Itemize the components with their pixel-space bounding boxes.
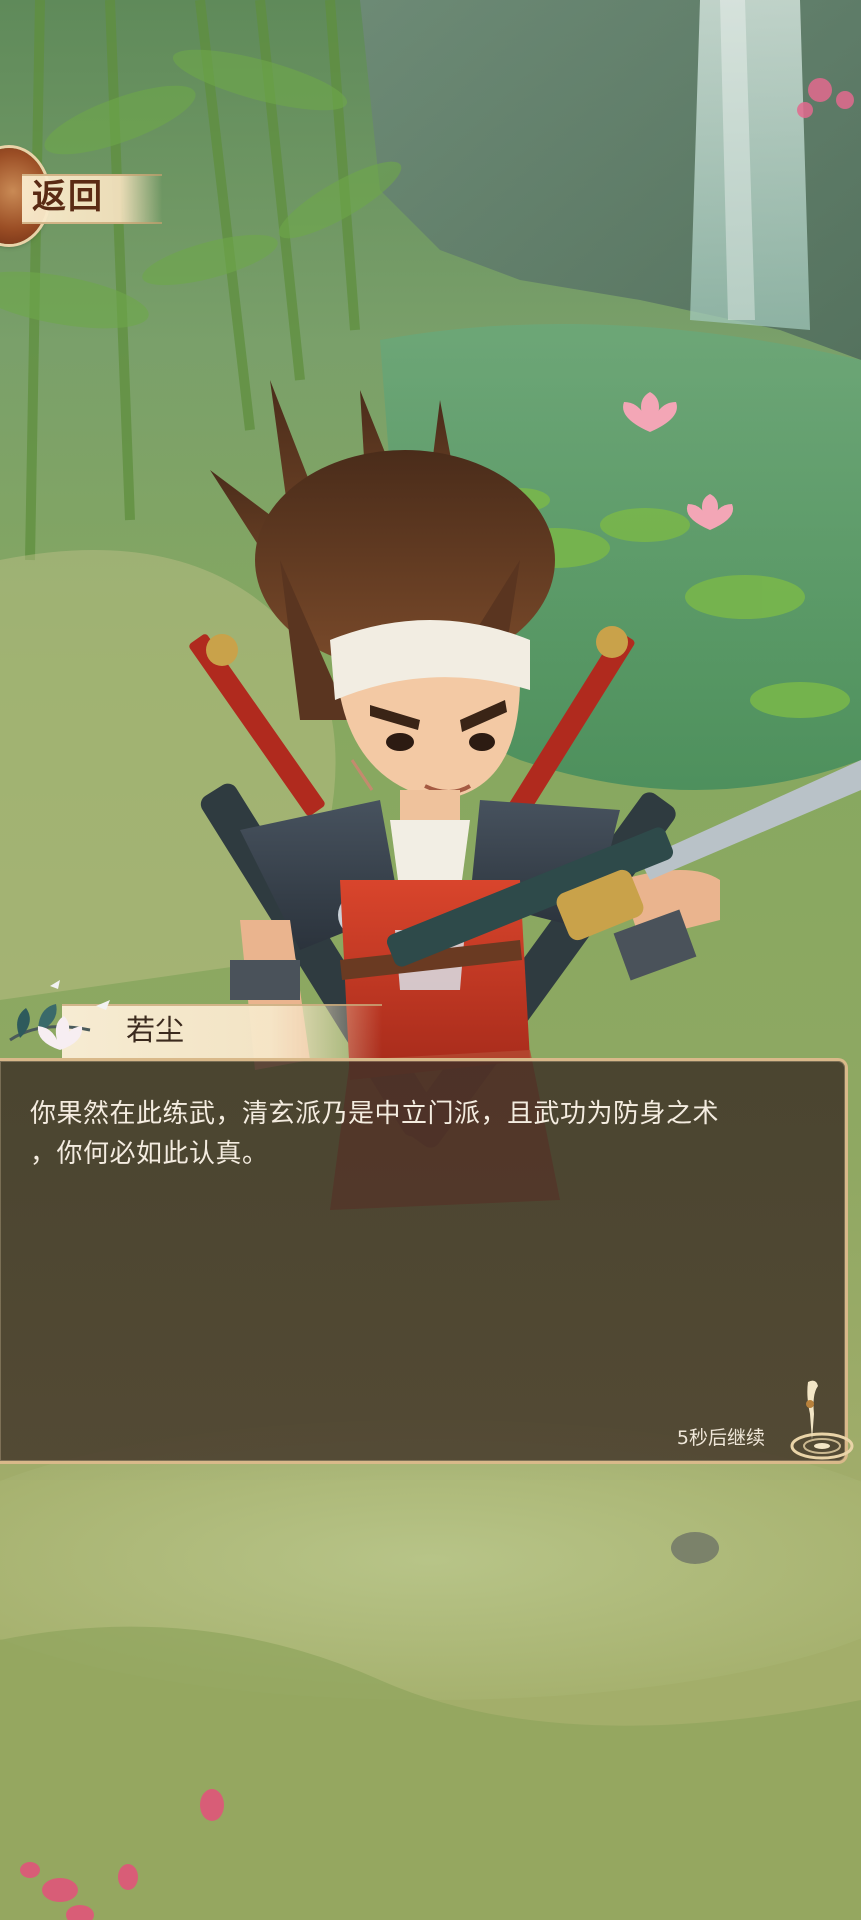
scene-art <box>0 0 861 1920</box>
background-scene <box>0 0 861 1920</box>
auto-continue-countdown: 5秒后继续 <box>676 1427 765 1449</box>
back-label: 返回 <box>32 177 104 217</box>
lotus-branch-icon <box>9 980 110 1050</box>
quill-ink-icon[interactable] <box>778 1374 858 1470</box>
dialog-line-1: 你果然在此练武，清玄派乃是中立门派，且武功为防身之术 <box>30 1099 720 1129</box>
dialog-text: 你果然在此练武，清玄派乃是中立门派，且武功为防身之术 ，你何必如此认真。 <box>30 1094 820 1174</box>
dialog-line-2: ，你何必如此认真。 <box>30 1139 269 1169</box>
speaker-name: 若尘 <box>126 1013 185 1047</box>
back-button[interactable]: 返回 <box>0 148 165 244</box>
game-screen: 返回 若尘 你果然在此练武，清玄派乃是中立门派，且武功为防身之术 ，你何必如此认… <box>0 0 861 1920</box>
